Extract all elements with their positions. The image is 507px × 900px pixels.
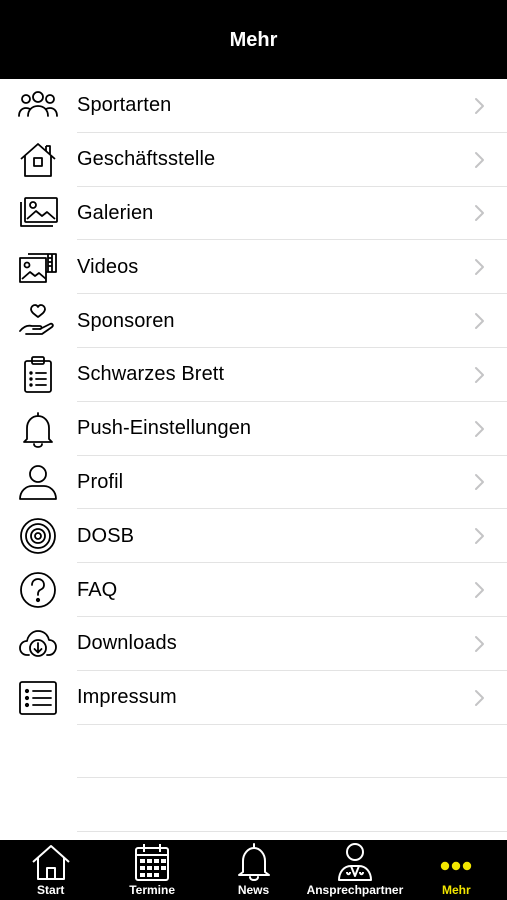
chevron-right-icon (475, 259, 484, 276)
cloud-download-icon (17, 625, 59, 663)
divider (77, 831, 507, 832)
menu-item-geschaeftsstelle[interactable]: Geschäftsstelle (0, 133, 507, 187)
heart-hand-icon (17, 302, 59, 340)
video-icon (17, 248, 59, 286)
header-bar: Mehr (0, 0, 507, 79)
menu-item-galerien[interactable]: Galerien (0, 187, 507, 241)
menu-item-label: Videos (77, 255, 139, 278)
chevron-right-icon (475, 635, 484, 652)
page-title: Mehr (229, 29, 278, 51)
menu-item-videos[interactable]: Videos (0, 240, 507, 295)
menu-item-profil[interactable]: Profil (0, 456, 507, 510)
person-icon (17, 463, 59, 501)
menu-item-label: Downloads (77, 632, 177, 655)
menu-item-label: Geschäftsstelle (77, 148, 216, 171)
house-icon (17, 141, 59, 179)
chevron-right-icon (475, 97, 484, 114)
gallery-icon (17, 194, 59, 232)
tab-start[interactable]: Start (0, 840, 101, 900)
tab-label: Ansprechpartner (306, 883, 404, 897)
chevron-right-icon (475, 366, 484, 383)
group-icon (17, 87, 59, 125)
menu-item-label: Sportarten (77, 94, 172, 117)
chevron-right-icon (475, 205, 484, 222)
more-dots-icon (434, 842, 478, 882)
bell-icon (17, 410, 59, 448)
bell-icon (232, 842, 276, 882)
chevron-right-icon (475, 313, 484, 330)
question-icon (17, 571, 59, 609)
target-icon (17, 517, 59, 555)
menu-item-label: Profil (77, 470, 124, 493)
chevron-right-icon (475, 689, 484, 706)
tab-ansprechpartner[interactable]: Ansprechpartner (304, 840, 405, 900)
menu-item-schwarzes-brett[interactable]: Schwarzes Brett (0, 348, 507, 402)
chevron-right-icon (475, 474, 484, 491)
menu-item-label: Push-Einstellungen (77, 417, 252, 440)
chevron-right-icon (475, 528, 484, 545)
chevron-right-icon (475, 420, 484, 437)
menu-item-dosb[interactable]: DOSB (0, 509, 507, 564)
chevron-right-icon (475, 151, 484, 168)
menu-item-label: DOSB (77, 524, 135, 547)
clipboard-icon (17, 355, 59, 394)
tab-label: Termine (129, 883, 175, 897)
tab-label: Start (37, 883, 65, 897)
calendar-icon (130, 842, 174, 882)
chevron-right-icon (475, 582, 484, 599)
menu-item-label: Sponsoren (77, 309, 175, 332)
divider (77, 723, 507, 725)
tab-mehr[interactable]: Mehr (406, 840, 507, 900)
menu-item-label: FAQ (77, 578, 118, 601)
menu-item-label: Impressum (77, 686, 177, 709)
menu-item-faq[interactable]: FAQ (0, 563, 507, 617)
house-icon (29, 842, 73, 882)
list-icon (17, 679, 59, 717)
tab-label: News (237, 883, 270, 897)
contact-person-icon (333, 842, 377, 882)
menu-item-push-einstellungen[interactable]: Push-Einstellungen (0, 402, 507, 456)
tab-termine[interactable]: Termine (101, 840, 202, 900)
menu-item-impressum[interactable]: Impressum (0, 671, 507, 725)
menu-item-label: Galerien (77, 201, 154, 224)
menu-item-label: Schwarzes Brett (77, 363, 225, 386)
menu-item-sponsoren[interactable]: Sponsoren (0, 294, 507, 348)
menu-item-downloads[interactable]: Downloads (0, 617, 507, 671)
menu-item-sportarten[interactable]: Sportarten (0, 79, 507, 133)
menu-list: Sportarten Geschäftsstelle Galerien Vide… (0, 79, 507, 725)
tab-bar: Start Termine News Ansprechpartner Mehr (0, 840, 507, 900)
tab-label: Mehr (441, 883, 471, 897)
tab-news[interactable]: News (203, 840, 304, 900)
divider (77, 777, 507, 778)
